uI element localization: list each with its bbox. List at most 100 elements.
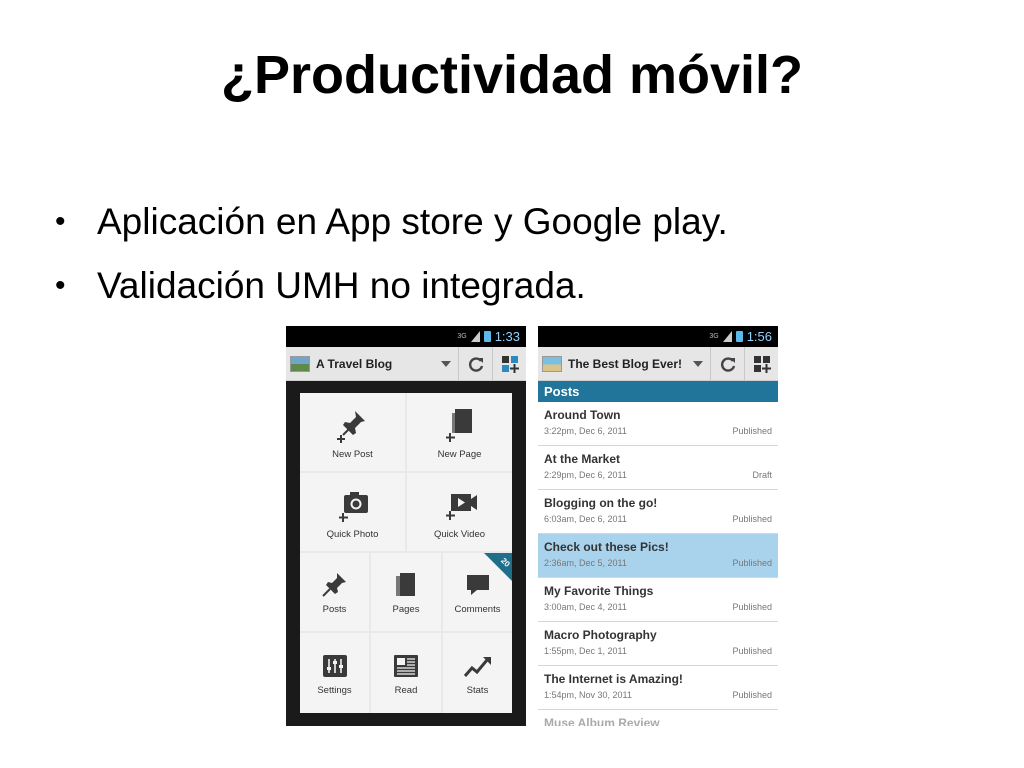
post-title: Macro Photography — [544, 628, 657, 642]
battery-icon — [735, 331, 743, 342]
status-time: 1:33 — [494, 329, 520, 344]
bullet-glyph: • — [55, 269, 66, 302]
post-meta: 3:22pm, Dec 6, 2011 Published — [544, 426, 772, 436]
action-bar: The Best Blog Ever! — [538, 347, 778, 381]
blog-name: A Travel Blog — [316, 356, 393, 371]
post-row[interactable]: Check out these Pics! 2:36am, Dec 5, 2011… — [538, 534, 778, 578]
posts-section-header: Posts — [538, 381, 778, 402]
blog-thumbnail — [542, 355, 562, 372]
dashboard-grid: New Post New Page Quick Photo Quick Vide… — [300, 393, 512, 713]
tile-label: Stats — [466, 684, 489, 696]
post-date: 3:22pm, Dec 6, 2011 — [544, 426, 627, 436]
tile-read[interactable]: Read — [371, 633, 441, 713]
bullet-list: • Aplicación en App store y Google play.… — [55, 190, 955, 318]
post-row[interactable]: Macro Photography 1:55pm, Dec 1, 2011 Publ… — [538, 622, 778, 666]
post-meta: 1:55pm, Dec 1, 2011 Published — [544, 646, 772, 656]
post-date: 6:03am, Dec 6, 2011 — [544, 514, 627, 524]
post-meta: 6:03am, Dec 6, 2011 Published — [544, 514, 772, 524]
comments-count: 20 — [499, 556, 512, 569]
post-title: At the Market — [544, 452, 621, 466]
tile-label: New Page — [437, 448, 482, 460]
status-time: 1:56 — [746, 329, 772, 344]
tile-settings[interactable]: Settings — [300, 633, 369, 713]
tile-comments[interactable]: Comments 20 — [443, 553, 512, 631]
refresh-button[interactable] — [458, 347, 492, 380]
post-row[interactable]: My Favorite Things 3:00am, Dec 4, 2011 Pub… — [538, 578, 778, 622]
post-row[interactable]: At the Market 2:29pm, Dec 6, 2011 Draft — [538, 446, 778, 490]
post-title: My Favorite Things — [544, 584, 654, 598]
post-status: Draft — [752, 470, 772, 480]
tile-quick-video[interactable]: Quick Video — [407, 473, 512, 551]
comments-count-badge: 20 — [484, 553, 512, 581]
trend-chart-icon — [463, 656, 491, 677]
post-title: Check out these Pics! — [544, 540, 669, 554]
post-meta: 2:36am, Dec 5, 2011 Published — [544, 558, 772, 568]
battery-icon — [483, 331, 491, 342]
blog-thumbnail — [290, 355, 310, 372]
tile-label: Settings — [317, 684, 352, 696]
post-date: 3:00am, Dec 4, 2011 — [544, 602, 627, 612]
status-bar: 3G 1:33 — [286, 326, 526, 347]
pushpin-plus-icon — [336, 410, 365, 443]
post-date: 2:36am, Dec 5, 2011 — [544, 558, 627, 568]
post-meta: 1:54pm, Nov 30, 2011 Published — [544, 690, 772, 700]
blog-name: The Best Blog Ever! — [568, 356, 683, 371]
post-row[interactable]: The Internet is Amazing! 1:54pm, Nov 30, … — [538, 666, 778, 710]
bullet-text: Aplicación en App store y Google play. — [97, 201, 728, 242]
add-content-icon — [753, 355, 771, 373]
bullet-glyph: • — [55, 205, 66, 238]
post-status: Published — [732, 558, 772, 568]
post-date: 2:29pm, Dec 6, 2011 — [544, 470, 627, 480]
tile-quick-photo[interactable]: Quick Photo — [300, 473, 405, 551]
add-content-button[interactable] — [492, 347, 526, 380]
dropdown-caret-icon — [441, 360, 451, 367]
tile-label: Pages — [392, 603, 420, 615]
action-bar: A Travel Blog — [286, 347, 526, 381]
tile-new-post[interactable]: New Post — [300, 393, 405, 471]
post-title: Blogging on the go! — [544, 496, 658, 510]
post-date: 1:55pm, Dec 1, 2011 — [544, 646, 627, 656]
blog-selector[interactable]: A Travel Blog — [286, 347, 458, 380]
dropdown-caret-icon — [693, 360, 703, 367]
dashboard: New Post New Page Quick Photo Quick Vide… — [286, 381, 526, 726]
tile-posts[interactable]: Posts — [300, 553, 369, 631]
post-row[interactable]: Blogging on the go! 6:03am, Dec 6, 2011 Pu… — [538, 490, 778, 534]
pages-icon — [396, 572, 415, 596]
post-status: Published — [732, 514, 772, 524]
tile-pages[interactable]: Pages — [371, 553, 441, 631]
post-date: 1:54pm, Nov 30, 2011 — [544, 690, 632, 700]
add-content-icon — [501, 355, 519, 373]
post-title: The Internet is Amazing! — [544, 672, 683, 686]
tile-stats[interactable]: Stats — [443, 633, 512, 713]
phone-screenshot-posts: 3G 1:56 The Best Blog Ever! Posts Around… — [538, 326, 778, 726]
post-row[interactable]: Muse Album Review — [538, 710, 778, 726]
tile-new-page[interactable]: New Page — [407, 393, 512, 471]
tile-label: Quick Video — [433, 528, 486, 540]
refresh-icon — [468, 356, 483, 372]
post-status: Published — [732, 426, 772, 436]
slide-title: ¿Productividad móvil? — [220, 45, 804, 105]
newspaper-icon — [394, 654, 418, 677]
page-plus-icon — [445, 408, 472, 442]
tile-label: Posts — [322, 603, 347, 615]
tile-label: Read — [394, 684, 418, 696]
post-status: Published — [732, 602, 772, 612]
phone-screenshot-dashboard: 3G 1:33 A Travel Blog New Post New Page — [286, 326, 526, 726]
network-type: 3G — [709, 333, 719, 340]
blog-selector[interactable]: The Best Blog Ever! — [538, 347, 710, 380]
post-title: Around Town — [544, 408, 621, 422]
refresh-button[interactable] — [710, 347, 744, 380]
add-content-button[interactable] — [744, 347, 778, 380]
post-meta: 3:00am, Dec 4, 2011 Published — [544, 602, 772, 612]
video-plus-icon — [445, 493, 477, 520]
bullet-item: • Validación UMH no integrada. — [55, 254, 955, 318]
bullet-item: • Aplicación en App store y Google play. — [55, 190, 955, 254]
post-title: Muse Album Review — [544, 716, 660, 726]
bullet-text: Validación UMH no integrada. — [97, 265, 586, 306]
post-row[interactable]: Around Town 3:22pm, Dec 6, 2011 Published — [538, 402, 778, 446]
refresh-icon — [720, 356, 735, 372]
post-list: Around Town 3:22pm, Dec 6, 2011 Published A… — [538, 402, 778, 726]
camera-plus-icon — [338, 491, 368, 522]
signal-icon — [722, 331, 732, 342]
tile-label: New Post — [332, 448, 373, 460]
